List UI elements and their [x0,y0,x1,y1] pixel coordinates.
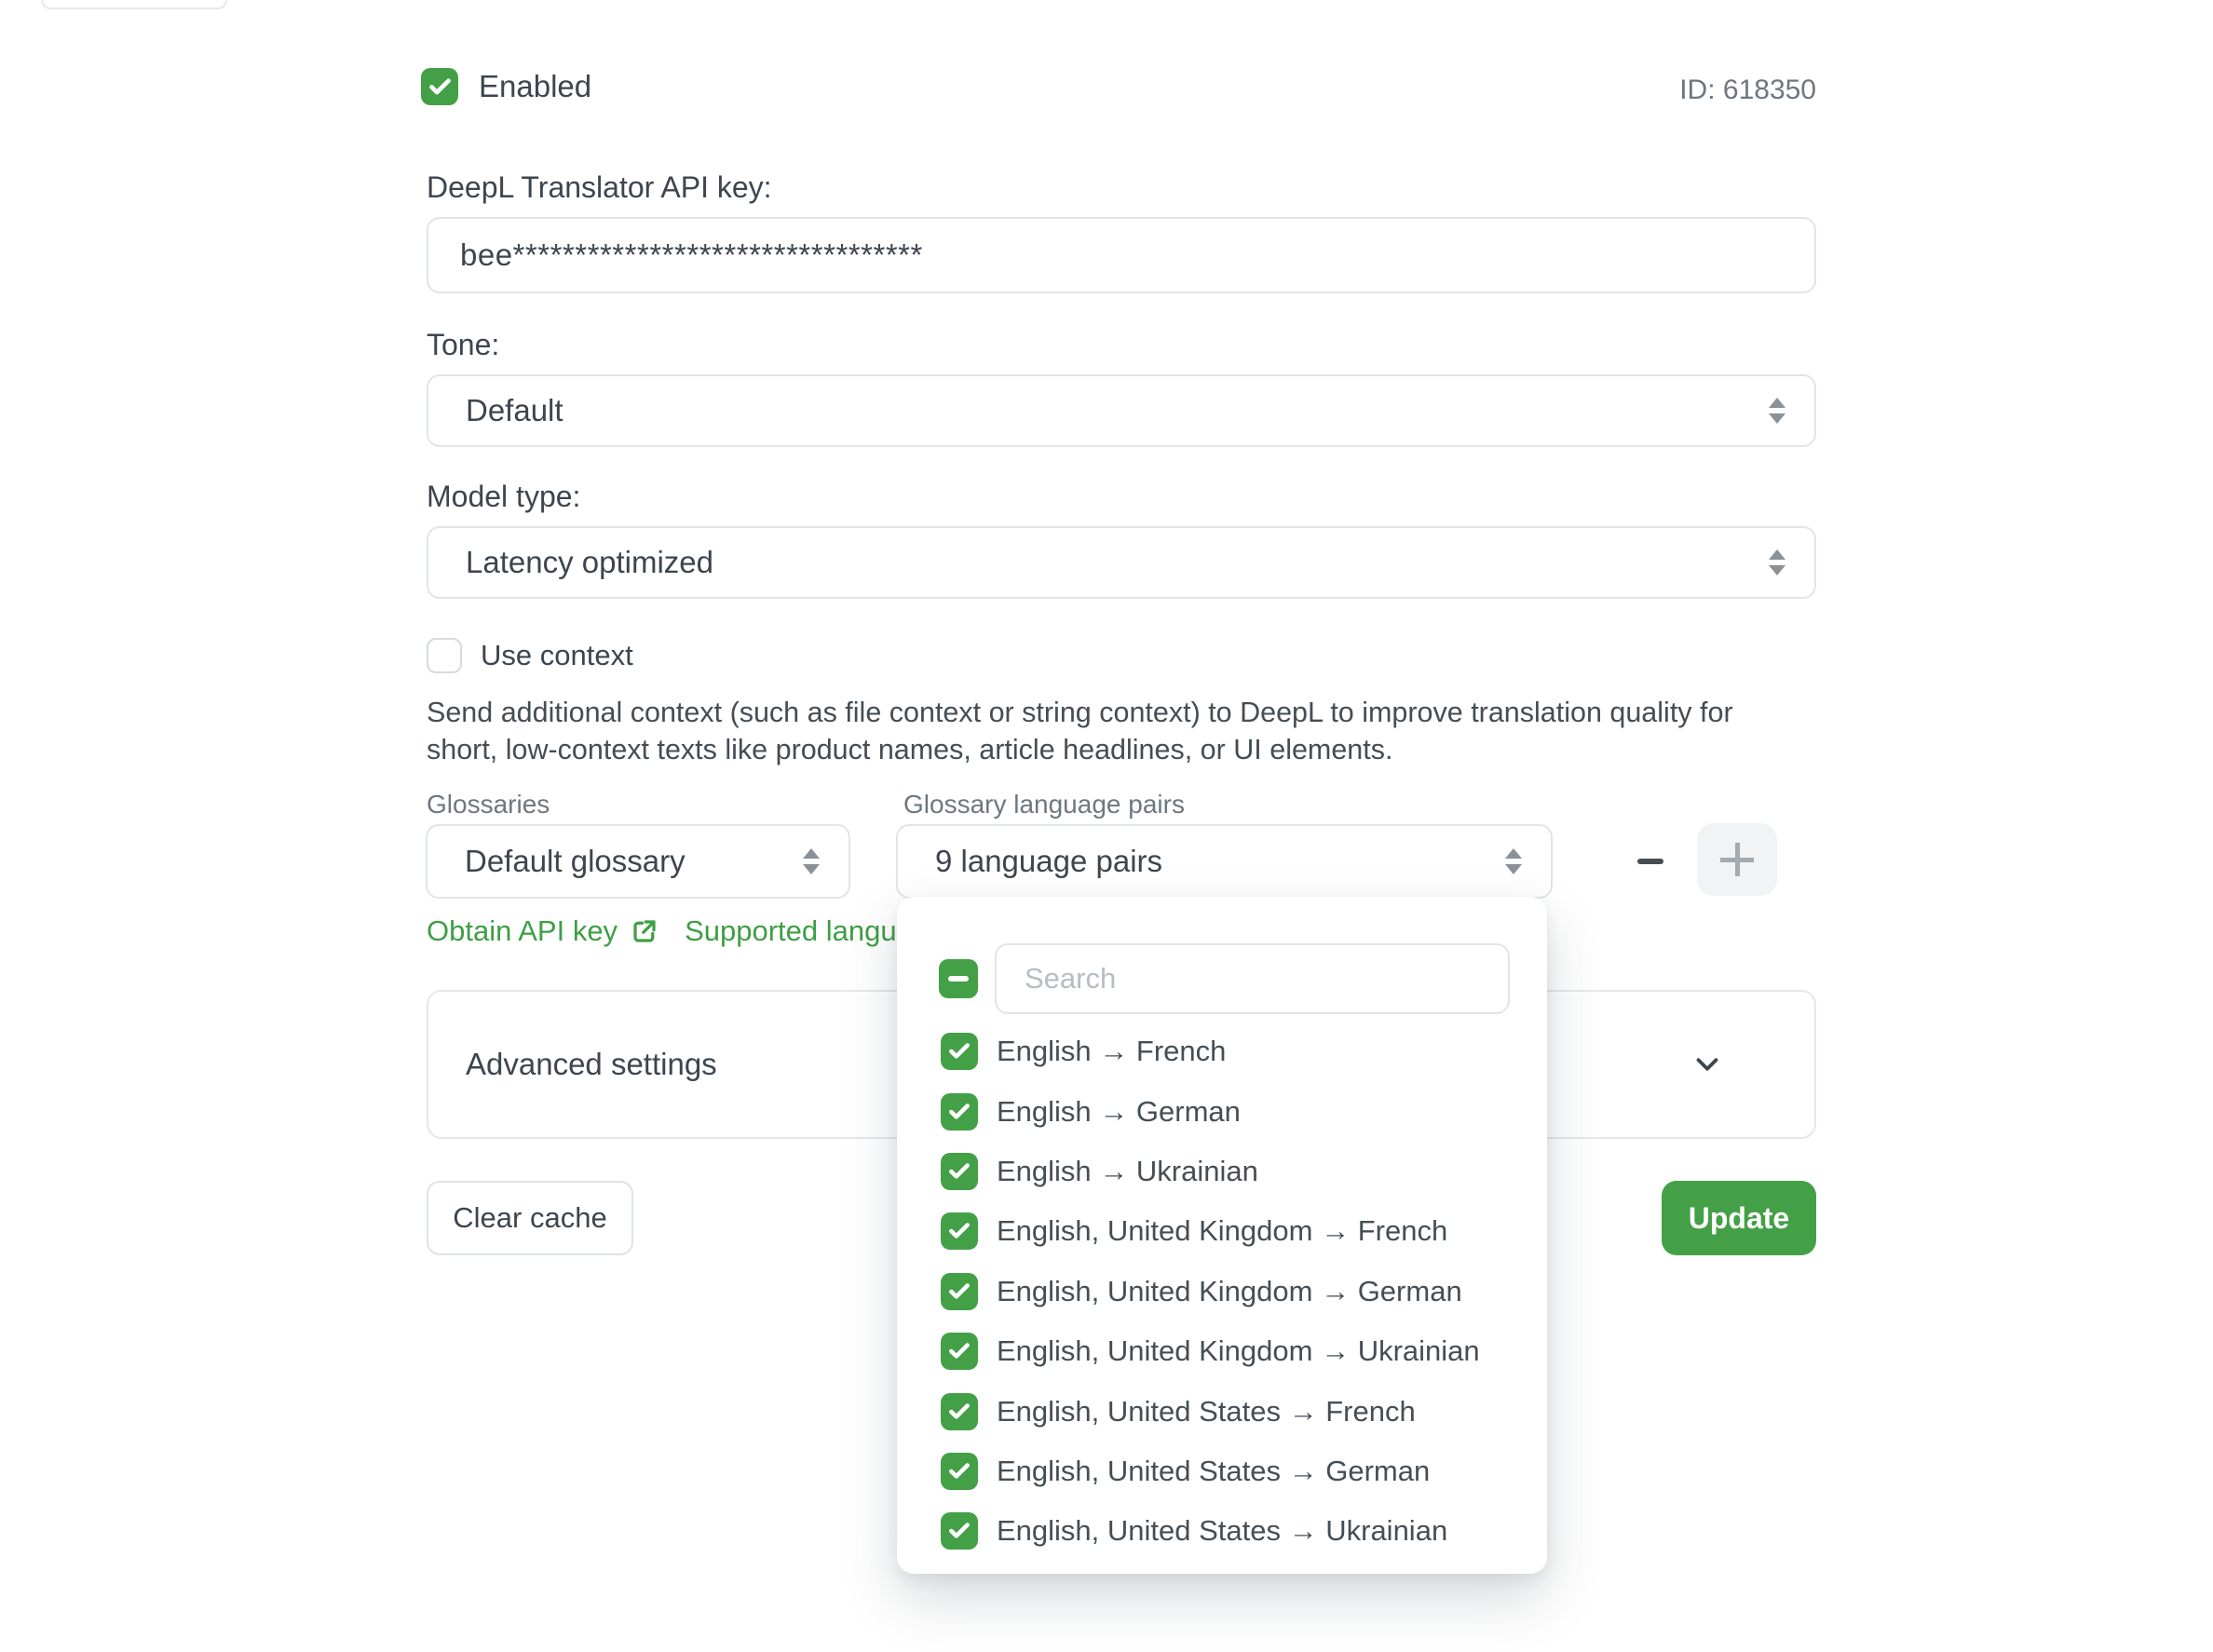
check-icon [428,74,453,100]
glossaries-label: Glossaries [427,790,550,819]
language-pair-label: English, United States → Ukrainian [997,1514,1447,1548]
api-key-input[interactable] [427,217,1816,293]
dropdown-header [939,943,1510,1014]
remove-glossary-button[interactable] [1622,832,1678,891]
check-icon [947,1339,971,1363]
minus-icon [1637,859,1663,864]
select-arrows-icon [1504,848,1523,874]
language-pair-label: English → French [997,1035,1226,1068]
check-icon [947,1039,971,1063]
language-pairs-dropdown: English → French English → German Englis… [897,897,1547,1574]
select-arrows-icon [802,848,821,874]
check-icon [947,1159,971,1184]
language-pair-label: English, United Kingdom → German [997,1275,1462,1308]
language-pair-label: English → German [997,1095,1241,1129]
update-label: Update [1689,1201,1789,1236]
settings-page: Enabled ID: 618350 DeepL Translator API … [0,0,2213,1652]
language-pair-label: English, United Kingdom → French [997,1214,1447,1248]
select-all-checkbox-indeterminate[interactable] [939,959,978,998]
tone-select[interactable]: Default [427,374,1816,447]
api-key-label: DeepL Translator API key: [427,170,772,205]
glossary-pairs-label: Glossary language pairs [903,790,1185,819]
pair-checkbox-checked[interactable] [941,1212,978,1250]
language-pair-option[interactable]: English, United Kingdom → Ukrainian [941,1321,1519,1381]
pair-checkbox-checked[interactable] [941,1393,978,1430]
links-row: Obtain API key Supported languages [427,914,959,948]
update-button[interactable]: Update [1662,1181,1816,1255]
check-icon [947,1519,971,1543]
model-type-select-value: Latency optimized [466,545,713,580]
use-context-row: Use context [427,638,633,673]
pair-checkbox-checked[interactable] [941,1333,978,1370]
language-pair-option[interactable]: English → German [941,1081,1519,1141]
pair-checkbox-checked[interactable] [941,1093,978,1131]
pair-checkbox-checked[interactable] [941,1453,978,1490]
record-id: ID: 618350 [1679,74,1816,106]
language-pair-option[interactable]: English, United Kingdom → French [941,1201,1519,1261]
pair-checkbox-checked[interactable] [941,1273,978,1310]
glossary-pairs-select[interactable]: 9 language pairs [896,824,1553,899]
select-arrows-icon [1768,398,1786,424]
enabled-row: Enabled [421,68,591,105]
model-type-label: Model type: [427,480,580,514]
use-context-label: Use context [481,639,633,672]
language-pair-label: English, United Kingdom → Ukrainian [997,1334,1480,1368]
check-icon [947,1459,971,1483]
tone-select-value: Default [466,393,563,428]
obtain-api-key-link[interactable]: Obtain API key [427,914,658,948]
enabled-checkbox[interactable] [421,68,458,105]
clear-cache-button[interactable]: Clear cache [427,1181,633,1255]
check-icon [947,1400,971,1424]
advanced-settings-title: Advanced settings [466,1047,717,1082]
external-link-icon [631,917,658,945]
glossaries-select-value: Default glossary [465,844,686,879]
language-pair-option[interactable]: English, United States → Ukrainian [941,1501,1519,1561]
clear-cache-label: Clear cache [453,1201,606,1235]
indeterminate-icon [948,976,969,982]
plus-icon [1718,841,1756,878]
language-pair-option[interactable]: English, United States → German [941,1442,1519,1501]
model-type-select[interactable]: Latency optimized [427,526,1816,599]
language-pair-label: English, United States → French [997,1395,1416,1429]
check-icon [947,1219,971,1243]
add-glossary-button[interactable] [1697,823,1777,896]
pair-checkbox-checked[interactable] [941,1512,978,1550]
dropdown-search-input[interactable] [995,943,1510,1014]
glossaries-select[interactable]: Default glossary [426,824,850,899]
use-context-description: Send additional context (such as file co… [427,694,1803,768]
select-arrows-icon [1768,549,1786,575]
pair-checkbox-checked[interactable] [941,1153,978,1190]
obtain-api-key-label: Obtain API key [427,914,618,948]
language-pair-option[interactable]: English, United States → French [941,1381,1519,1441]
glossary-pairs-select-value: 9 language pairs [935,844,1162,879]
language-pair-option[interactable]: English, United Kingdom → German [941,1262,1519,1321]
language-pairs-list: English → French English → German Englis… [941,1022,1519,1562]
language-pair-label: English, United States → German [997,1455,1430,1488]
language-pair-option[interactable]: English → Ukrainian [941,1142,1519,1201]
language-pair-option[interactable]: English → French [941,1022,1519,1081]
check-icon [947,1100,971,1124]
pair-checkbox-checked[interactable] [941,1033,978,1070]
check-icon [947,1280,971,1304]
chevron-down-icon [1690,1047,1725,1082]
clipped-top-element [41,0,227,9]
enabled-label: Enabled [479,69,591,104]
use-context-checkbox[interactable] [427,638,462,673]
tone-label: Tone: [427,328,499,362]
language-pair-label: English → Ukrainian [997,1155,1258,1188]
